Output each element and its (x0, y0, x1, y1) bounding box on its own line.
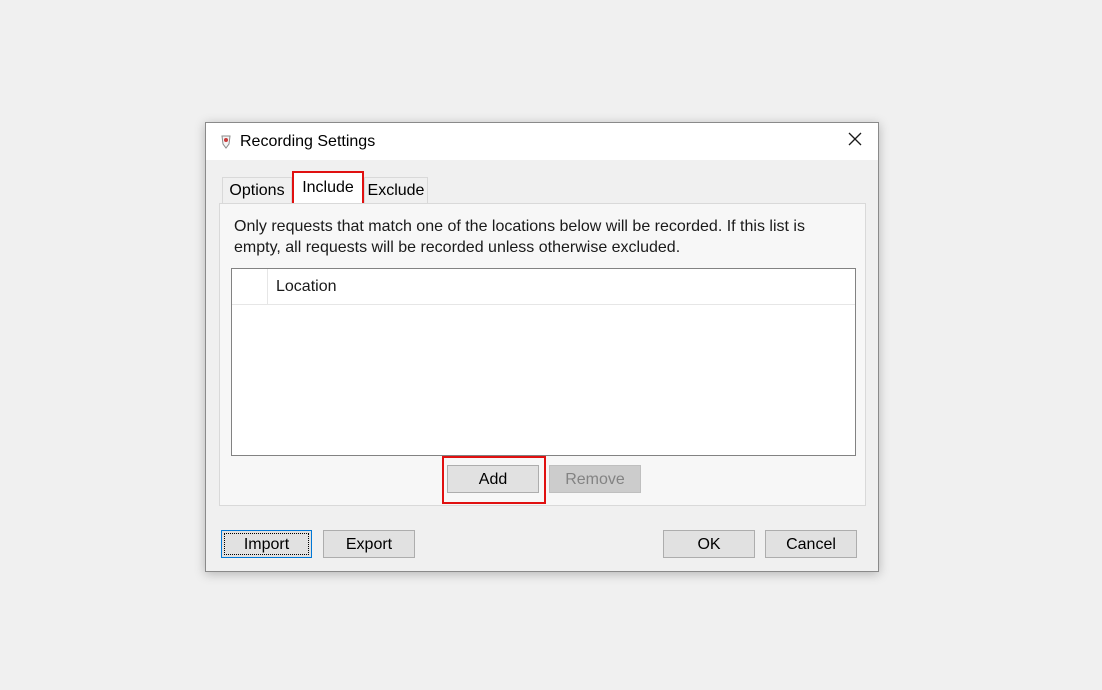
tab-options[interactable]: Options (222, 177, 292, 203)
tab-exclude[interactable]: Exclude (364, 177, 428, 203)
tab-include[interactable]: Include (292, 171, 364, 205)
ok-button[interactable]: OK (663, 530, 755, 558)
cancel-button[interactable]: Cancel (765, 530, 857, 558)
close-button[interactable] (832, 123, 878, 160)
include-tab-panel: Only requests that match one of the loca… (219, 203, 866, 506)
recording-settings-dialog: Recording Settings Options Exclude Inclu… (205, 122, 879, 572)
import-button[interactable]: Import (221, 530, 312, 558)
list-header: Location (232, 269, 855, 305)
title-bar: Recording Settings (206, 123, 878, 160)
list-header-blank-column[interactable] (232, 269, 268, 304)
list-header-location[interactable]: Location (276, 278, 337, 296)
import-button-label: Import (243, 536, 290, 553)
add-button[interactable]: Add (447, 465, 539, 493)
recorder-app-icon (220, 135, 232, 149)
location-list[interactable]: Location (231, 268, 856, 456)
remove-button[interactable]: Remove (549, 465, 641, 493)
export-button[interactable]: Export (323, 530, 415, 558)
close-icon (848, 132, 862, 151)
dialog-title: Recording Settings (240, 133, 376, 150)
include-description: Only requests that match one of the loca… (234, 218, 805, 256)
